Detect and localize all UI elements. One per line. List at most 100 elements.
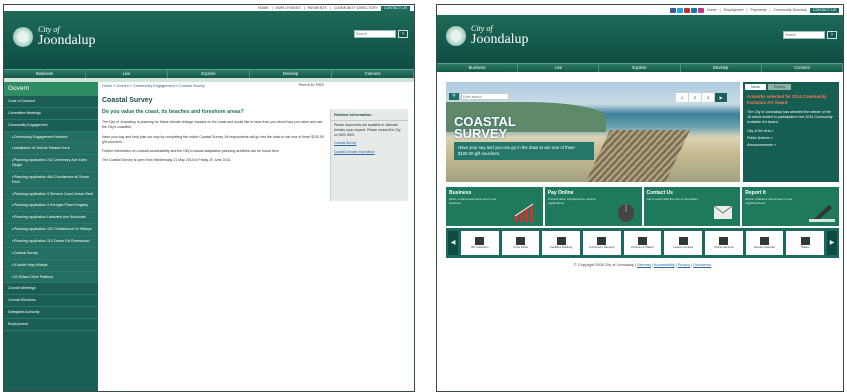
sidebar-subitem[interactable]: Planning application 46A Cloudsmore at O…	[4, 171, 98, 189]
utility-link[interactable]: EMPLOYMENT	[276, 6, 301, 10]
quick-link-label: Libraries & Gallery	[631, 244, 655, 249]
utility-link[interactable]: Payments	[750, 8, 766, 12]
related-link[interactable]: Coastal Survey	[334, 141, 356, 145]
tile-report-it[interactable]: Report It Report problems and issues in …	[742, 187, 839, 226]
quick-link[interactable]: Online Services	[705, 231, 743, 255]
sidebar-heading: Govern	[4, 82, 98, 96]
utility-link[interactable]: Community Directory	[773, 8, 807, 12]
nav-item-connect[interactable]: Connect	[332, 70, 414, 78]
hero-next-button[interactable]: ▶	[715, 93, 727, 102]
tab-events[interactable]: Events	[768, 84, 791, 90]
sidebar-item[interactable]: Delegated Authority	[4, 307, 98, 319]
sidebar-subitem[interactable]: Planning application 119 Ocean Rd Greenw…	[4, 235, 98, 248]
sidebar-subitem[interactable]: Planning application Lakeview Ave Woodva…	[4, 212, 98, 225]
footer-link-sitemap[interactable]: Sitemap	[637, 263, 651, 267]
facebook-icon[interactable]	[670, 7, 677, 13]
boardwalk-shape	[582, 130, 690, 182]
footer-link-disclaimer[interactable]: Disclaimer	[693, 263, 711, 267]
hero-banner[interactable]: ⚲ 1 2 3 ▶ COASTAL SURVEY Have your say a…	[446, 82, 740, 182]
hero-page-1[interactable]: 1	[676, 93, 688, 102]
footer-link-privacy[interactable]: Privacy	[678, 263, 690, 267]
contact-us-button[interactable]: CONTACT US	[809, 7, 839, 13]
search-button[interactable]: ›	[827, 31, 837, 39]
utility-link[interactable]: Home	[707, 8, 717, 12]
hero-search-input[interactable]	[461, 93, 509, 100]
nav-item-connect[interactable]: Connect	[762, 64, 843, 72]
tab-news[interactable]: News	[745, 84, 766, 90]
footer-link-accessibility[interactable]: Accessibility	[654, 263, 675, 267]
nav-item-develop[interactable]: Develop	[250, 70, 332, 78]
sidebar-subitem[interactable]: Planning application 3 Kerrigan Place Ki…	[4, 200, 98, 213]
tile-contact-us[interactable]: Contact Us Get in touch with the City of…	[643, 187, 741, 226]
news-link[interactable]: Public Notices »	[743, 136, 839, 143]
sidebar-item[interactable]: Community Engagement	[4, 120, 98, 132]
sidebar-subitem[interactable]: Planning application 242 Centenary Ave E…	[4, 155, 98, 172]
tile-pay-online[interactable]: Pay Online Council rates, infringements,…	[544, 187, 642, 226]
hero-page-3[interactable]: 3	[702, 93, 714, 102]
quick-link[interactable]: Leisure Centres	[664, 231, 703, 255]
nav-item-live[interactable]: Live	[86, 70, 168, 78]
news-link[interactable]: Announcements »	[743, 143, 839, 150]
twitter-icon[interactable]	[677, 7, 684, 13]
nav-item-business[interactable]: Business	[4, 70, 86, 78]
sidebar-subitem[interactable]: 9 Austin Way Hillarys	[4, 259, 98, 272]
quick-link[interactable]: Cycle Paths	[501, 231, 540, 255]
carousel-next-icon[interactable]: ▶	[827, 231, 837, 255]
utility-link[interactable]: Employment	[724, 8, 744, 12]
sidebar-item[interactable]: Council Elections	[4, 295, 98, 308]
sidebar-item[interactable]: Council Meetings	[4, 283, 98, 296]
related-link[interactable]: Coastal Climate Information	[334, 150, 375, 154]
nav-item-develop[interactable]: Develop	[681, 64, 762, 72]
breadcrumb[interactable]: Home » Govern » Community Engagement » C…	[102, 84, 324, 88]
utility-link[interactable]: COMMUNITY DIRECTORY	[334, 6, 378, 10]
instagram-icon[interactable]	[698, 7, 705, 13]
search-icon[interactable]: ⚲	[449, 93, 459, 100]
sidebar-item[interactable]: Employment	[4, 319, 98, 331]
youtube-icon[interactable]	[684, 7, 691, 13]
nav-item-explore[interactable]: Explore	[599, 64, 681, 72]
nav-item-business[interactable]: Business	[437, 64, 519, 72]
quick-link-icon	[638, 236, 648, 245]
page-tools[interactable]: Print A A+ RSS	[299, 83, 324, 87]
carousel-prev-icon[interactable]: ◀	[448, 231, 458, 255]
quick-link-label: Cycle Paths	[513, 244, 528, 249]
quick-link-icon	[760, 236, 770, 245]
page-subtitle: Do you value the coast, its beaches and …	[102, 109, 244, 115]
nav-item-explore[interactable]: Explore	[168, 70, 250, 78]
sidebar-subitem[interactable]: Community Engagement Network	[4, 131, 98, 144]
hero-caption[interactable]: Have your say and you can go in the draw…	[454, 142, 594, 161]
quick-link[interactable]: Facilities Booking	[542, 231, 581, 255]
tile-text: Report problems and issues in your neigh…	[745, 197, 793, 206]
quick-link[interactable]: Libraries & Gallery	[623, 231, 662, 255]
sidebar-subitem[interactable]: Planning application 3 Stevens Court Oce…	[4, 188, 98, 201]
quick-link[interactable]: Rates	[786, 231, 825, 255]
quick-link-icon	[516, 236, 525, 245]
city-logo[interactable]: City of Joondalup	[445, 25, 529, 47]
sidebar-subitem[interactable]: Coastal Survey	[4, 247, 98, 260]
quick-link[interactable]: Community Directory	[583, 231, 621, 255]
search-button[interactable]: ›	[398, 30, 408, 38]
sidebar-list: Code of Conduct Committee Meetings Communi…	[4, 96, 98, 331]
sidebar-item[interactable]: Committee Meetings	[4, 108, 98, 120]
quick-link[interactable]: Bin Collection	[461, 231, 499, 255]
utility-link[interactable]: HOME	[258, 6, 269, 10]
flower-logo-icon	[12, 27, 34, 47]
nav-item-live[interactable]: Live	[518, 64, 600, 72]
quick-link[interactable]: Events Calendar	[745, 231, 784, 255]
city-logo[interactable]: City of Joondalup	[12, 26, 96, 48]
search-input[interactable]	[783, 31, 825, 39]
contact-us-button[interactable]: CONTACT US	[380, 5, 410, 11]
utility-link[interactable]: PAYMENTS	[308, 6, 327, 10]
sidebar-item[interactable]: Code of Conduct	[4, 96, 98, 108]
news-headline[interactable]: Artworks selected for 2014 Community Inv…	[743, 92, 839, 108]
hero-page-2[interactable]: 2	[689, 93, 701, 102]
sidebar-subitem[interactable]: Planning application 102 Christchurch Dr…	[4, 224, 98, 236]
sidebar-subitem[interactable]: Installation of Vehicle Passive Kerb	[4, 143, 98, 156]
sidebar-subitem[interactable]: 22 Ellison Drive Padbury	[4, 271, 98, 284]
news-tabs: News Events	[743, 82, 839, 92]
linkedin-icon[interactable]	[691, 7, 698, 13]
tile-business[interactable]: Business Drive, expand and future-proof …	[446, 187, 543, 226]
search-input[interactable]	[354, 30, 396, 38]
body-paragraph: Have your say and help plan our way by c…	[102, 134, 324, 144]
news-link[interactable]: City of the Arts »	[743, 127, 839, 136]
